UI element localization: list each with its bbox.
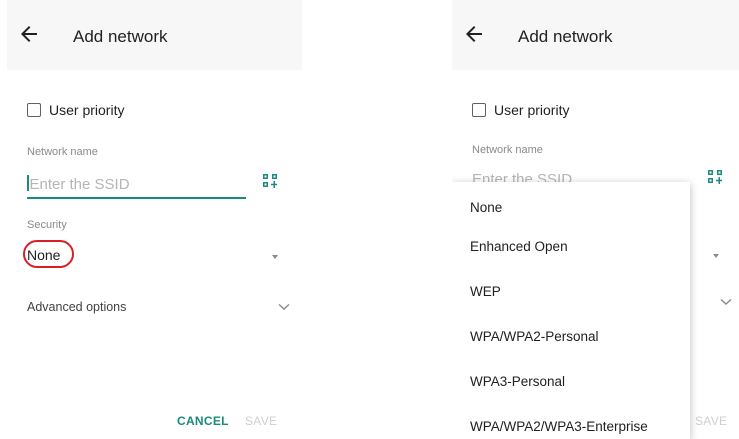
add-network-screen-left: Add network User priority Network name E… bbox=[7, 0, 302, 439]
security-option-none[interactable]: None bbox=[452, 182, 690, 224]
qr-code-scan-icon[interactable] bbox=[708, 170, 722, 184]
user-priority-label: User priority bbox=[494, 102, 570, 118]
add-network-screen-right: Add network User priority Network name E… bbox=[452, 0, 739, 439]
security-option-enhanced-open[interactable]: Enhanced Open bbox=[452, 224, 690, 269]
chevron-down-icon[interactable] bbox=[720, 298, 732, 306]
security-option-wpa-wpa2-wpa3-enterprise[interactable]: WPA/WPA2/WPA3-Enterprise bbox=[452, 404, 690, 439]
dropdown-triangle-icon[interactable] bbox=[272, 255, 278, 259]
network-name-label: Network name bbox=[27, 146, 98, 158]
page-title: Add network bbox=[518, 27, 613, 46]
page-title: Add network bbox=[73, 27, 168, 46]
checkbox-box[interactable] bbox=[27, 103, 41, 117]
back-arrow-icon[interactable] bbox=[17, 22, 41, 46]
chevron-down-icon[interactable] bbox=[278, 303, 290, 311]
ssid-input[interactable]: Enter the SSID bbox=[27, 175, 245, 193]
ssid-input-underline bbox=[27, 197, 246, 199]
qr-code-scan-icon[interactable] bbox=[263, 174, 277, 188]
user-priority-checkbox[interactable]: User priority bbox=[27, 102, 124, 118]
security-option-wep[interactable]: WEP bbox=[452, 269, 690, 314]
back-arrow-icon[interactable] bbox=[462, 22, 486, 46]
save-button[interactable]: SAVE bbox=[695, 414, 727, 428]
text-cursor bbox=[27, 175, 29, 191]
app-bar: Add network bbox=[452, 0, 739, 70]
app-bar: Add network bbox=[7, 0, 302, 70]
user-priority-checkbox[interactable]: User priority bbox=[472, 102, 569, 118]
security-option-wpa-wpa2-personal[interactable]: WPA/WPA2-Personal bbox=[452, 314, 690, 359]
checkbox-box[interactable] bbox=[472, 103, 486, 117]
user-priority-label: User priority bbox=[49, 102, 125, 118]
save-button[interactable]: SAVE bbox=[245, 414, 277, 428]
annotation-highlight-circle bbox=[23, 240, 74, 268]
security-label: Security bbox=[27, 219, 67, 231]
dropdown-triangle-icon[interactable] bbox=[713, 254, 719, 258]
cancel-button[interactable]: CANCEL bbox=[177, 414, 229, 428]
advanced-options-toggle[interactable]: Advanced options bbox=[27, 300, 126, 314]
ssid-placeholder: Enter the SSID bbox=[29, 176, 130, 193]
security-dropdown-menu: None Enhanced Open WEP WPA/WPA2-Personal… bbox=[452, 182, 690, 439]
security-option-wpa3-personal[interactable]: WPA3-Personal bbox=[452, 359, 690, 404]
network-name-label: Network name bbox=[472, 144, 543, 156]
